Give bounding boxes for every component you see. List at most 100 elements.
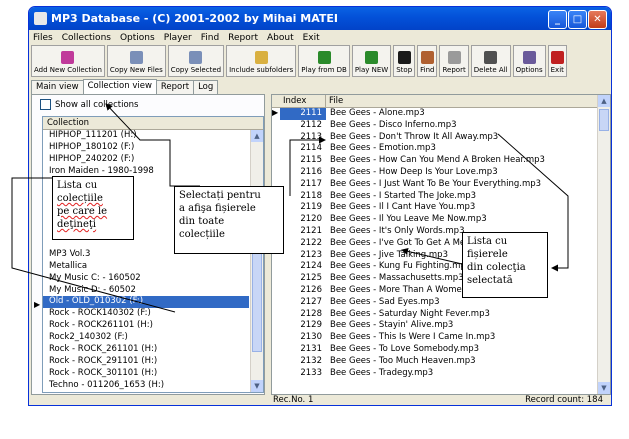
index-cell: 2132 — [300, 355, 322, 366]
collection-scrollbar[interactable]: ▲ ▼ — [250, 130, 263, 392]
toolbar-find-button[interactable]: Find — [417, 45, 438, 77]
list-item[interactable]: Old - OLD_010302 (F:) — [43, 296, 249, 309]
toolbar-copy-selected-button[interactable]: Copy Selected — [167, 45, 225, 77]
list-item[interactable]: Rock2_140302 (F:) — [43, 332, 249, 344]
table-row[interactable]: 2133 Bee Gees - Tradegy.mp3 — [272, 368, 596, 380]
toolbar-play-from-db-button[interactable]: Play from DB — [298, 45, 350, 77]
file-cell: Bee Gees - Sad Eyes.mp3 — [330, 296, 440, 307]
minimize-button[interactable]: _ — [548, 10, 567, 29]
toolbar-delete-all-button[interactable]: Delete All — [470, 45, 511, 77]
scroll-down-icon[interactable]: ▼ — [251, 380, 263, 392]
file-grid: Index File ▶ 2111 Bee Gees - Alone.mp3 211… — [271, 94, 611, 395]
table-row[interactable]: 2132 Bee Gees - Too Much Heaven.mp3 — [272, 356, 596, 368]
menu-files[interactable]: Files — [33, 33, 53, 43]
table-row[interactable]: 2113 Bee Gees - Don't Throw It All Away.m… — [272, 132, 596, 144]
list-item[interactable]: HIPHOP_111201 (H:) — [43, 130, 249, 142]
menu-about[interactable]: About — [267, 33, 294, 43]
toolbar-button-label: Copy Selected — [170, 66, 222, 74]
toolbar-stop-button[interactable]: Stop — [393, 45, 416, 77]
tab-main-view[interactable]: Main view — [31, 80, 84, 94]
file-scrollbar[interactable]: ▲ ▼ — [597, 95, 610, 394]
record-number: Rec.No. 1 — [273, 395, 314, 405]
title-bar[interactable]: MP3 Database - (C) 2001-2002 by Mihai MA… — [29, 7, 611, 30]
checkbox-box[interactable] — [40, 99, 51, 110]
tab-report[interactable]: Report — [155, 80, 195, 94]
show-all-label: Show all collections — [55, 99, 139, 110]
tab-collection-view[interactable]: Collection view — [82, 79, 157, 94]
menu-collections[interactable]: Collections — [62, 33, 111, 43]
table-row[interactable]: 2116 Bee Gees - How Deep Is Your Love.mp3 — [272, 167, 596, 179]
index-column-header[interactable]: Index — [280, 95, 326, 107]
toolbar-button-label: Play from DB — [301, 66, 347, 74]
menu-find[interactable]: Find — [201, 33, 219, 43]
list-item[interactable]: Rock - ROCK_301101 (H:) — [43, 368, 249, 380]
table-row[interactable]: 2128 Bee Gees - Saturday Night Fever.mp3 — [272, 309, 596, 321]
list-item[interactable]: Rock - ROCK_291101 (H:) — [43, 356, 249, 368]
list-item[interactable]: Rock - ROCK261101 (H:) — [43, 320, 249, 332]
list-item[interactable]: Rock - ROCK140302 (F:) — [43, 308, 249, 320]
collection-list[interactable]: Collection HIPHOP_111201 (H:) HIPHOP_1801… — [42, 116, 264, 393]
toolbar-report-button[interactable]: Report — [439, 45, 469, 77]
toolbar-copy-new-files-button[interactable]: Copy New Files — [106, 45, 166, 77]
list-item[interactable]: HIPHOP_180102 (F:) — [43, 142, 249, 154]
menu-player[interactable]: Player — [164, 33, 192, 43]
file-cell: Bee Gees - Don't Throw It All Away.mp3 — [330, 131, 499, 142]
list-item[interactable]: Rock - ROCK_261101 (H:) — [43, 344, 249, 356]
show-all-collections-checkbox[interactable]: Show all collections — [40, 99, 138, 110]
toolbar-button-label: Find — [420, 66, 435, 74]
scroll-thumb[interactable] — [252, 242, 262, 352]
callout-text: din colecţia — [467, 262, 526, 273]
file-cell: Bee Gees - To Love Somebody.mp3 — [330, 343, 480, 354]
list-item[interactable]: My Music D: - 60502 — [43, 285, 249, 297]
index-cell: 2123 — [300, 249, 322, 260]
maximize-button[interactable]: □ — [568, 10, 587, 29]
play-icon — [317, 51, 331, 64]
table-row[interactable]: 2115 Bee Gees - How Can You Mend A Broken… — [272, 155, 596, 167]
scroll-thumb[interactable] — [599, 109, 609, 131]
scroll-up-icon[interactable]: ▲ — [598, 95, 610, 107]
table-row[interactable]: 2129 Bee Gees - Stayin' Alive.mp3 — [272, 320, 596, 332]
menu-report[interactable]: Report — [228, 33, 258, 43]
scroll-up-icon[interactable]: ▲ — [251, 130, 263, 142]
index-cell: 2129 — [300, 320, 322, 331]
table-row[interactable]: 2131 Bee Gees - To Love Somebody.mp3 — [272, 344, 596, 356]
list-item[interactable]: Techno - 011206_1653 (H:) — [43, 380, 249, 392]
table-row[interactable]: 2111 Bee Gees - Alone.mp3 — [272, 108, 596, 120]
index-cell: 2131 — [300, 343, 322, 354]
list-item[interactable]: My Music C: - 160502 — [43, 273, 249, 285]
file-cell: Bee Gees - I Started The Joke.mp3 — [330, 190, 477, 201]
scroll-down-icon[interactable]: ▼ — [598, 382, 610, 394]
tab-log[interactable]: Log — [193, 80, 219, 94]
index-cell: 2111 — [280, 108, 326, 120]
toolbar-play-new-button[interactable]: Play NEW — [351, 45, 392, 77]
table-row[interactable]: 2112 Bee Gees - Disco Inferno.mp3 — [272, 120, 596, 132]
table-row[interactable]: 2120 Bee Gees - Il You Leave Me Now.mp3 — [272, 214, 596, 226]
file-cell: Bee Gees - Massachusetts.mp3 — [330, 273, 464, 284]
toolbar-add-new-collection-button[interactable]: Add New Collection — [31, 45, 105, 77]
table-row[interactable]: 2119 Bee Gees - Il I Cant Have You.mp3 — [272, 202, 596, 214]
menu-options[interactable]: Options — [120, 33, 155, 43]
file-cell: Bee Gees - Disco Inferno.mp3 — [330, 119, 457, 130]
table-row[interactable]: 2118 Bee Gees - I Started The Joke.mp3 — [272, 191, 596, 203]
collection-column-header[interactable]: Collection — [43, 117, 263, 130]
callout-text: Lista cu — [467, 236, 508, 247]
table-row[interactable]: 2130 Bee Gees - This Is Were I Came In.mp… — [272, 332, 596, 344]
table-row[interactable]: 2117 Bee Gees - I Just Want To Be Your Ev… — [272, 179, 596, 191]
menu-exit[interactable]: Exit — [303, 33, 320, 43]
list-item[interactable]: Metallica — [43, 261, 249, 273]
index-cell: 2126 — [300, 284, 322, 295]
index-cell: 2125 — [300, 273, 322, 284]
callout-text: colecțiile — [57, 193, 103, 204]
toolbar-include-subfolders-button[interactable]: Include subfolders — [226, 45, 297, 77]
collection-list-body: HIPHOP_111201 (H:) HIPHOP_180102 (F:) HIPH… — [43, 130, 249, 392]
table-row[interactable]: 2114 Bee Gees - Emotion.mp3 — [272, 143, 596, 155]
table-row[interactable]: 2127 Bee Gees - Sad Eyes.mp3 — [272, 297, 596, 309]
close-button[interactable]: ✕ — [588, 10, 607, 29]
status-bar: Rec.No. 1 Record count: 184 — [31, 395, 609, 405]
callout-text: fișierele — [467, 249, 508, 260]
file-column-header[interactable]: File — [326, 95, 596, 107]
toolbar-exit-button[interactable]: Exit — [547, 45, 567, 77]
toolbar-options-button[interactable]: Options — [512, 45, 546, 77]
list-item[interactable]: HIPHOP_240202 (F:) — [43, 154, 249, 166]
find-icon — [420, 51, 434, 64]
